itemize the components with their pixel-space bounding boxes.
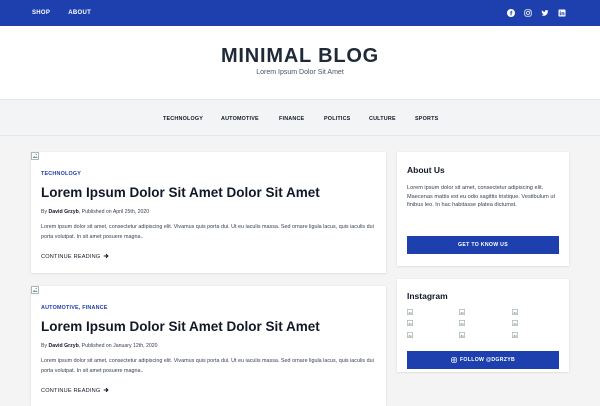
- instagram-thumb-icon[interactable]: [459, 320, 465, 326]
- category-technology[interactable]: TECHNOLOGY: [163, 116, 203, 122]
- post-excerpt: Lorem ipsum dolor sit amet, consectetur …: [41, 358, 374, 374]
- arrow-right-icon: [103, 253, 109, 259]
- instagram-icon[interactable]: [524, 9, 532, 17]
- top-nav-shop[interactable]: SHOP: [32, 10, 50, 16]
- post-date: , Published on April 25th, 2020: [78, 209, 150, 215]
- social-links: [507, 9, 566, 17]
- instagram-heading: Instagram: [407, 291, 448, 301]
- post-card: TECHNOLOGY Lorem Ipsum Dolor Sit Amet Do…: [31, 152, 386, 273]
- post-author[interactable]: David Grzyb: [49, 343, 79, 349]
- instagram-grid: [407, 309, 559, 341]
- meta-by: By: [41, 343, 49, 349]
- about-heading: About Us: [407, 165, 445, 175]
- top-nav: SHOP ABOUT: [32, 10, 91, 16]
- instagram-thumb-icon[interactable]: [512, 332, 518, 338]
- facebook-icon[interactable]: [507, 9, 515, 17]
- continue-reading-label: CONTINUE READING: [41, 388, 101, 394]
- continue-reading-link[interactable]: CONTINUE READING: [41, 387, 109, 394]
- top-bar: SHOP ABOUT: [0, 0, 600, 26]
- post-categories[interactable]: AUTOMOTIVE, FINANCE: [41, 305, 108, 311]
- category-nav: TECHNOLOGY AUTOMOTIVE FINANCE POLITICS C…: [0, 99, 600, 136]
- instagram-thumb-icon[interactable]: [407, 332, 413, 338]
- post-card: AUTOMOTIVE, FINANCE Lorem Ipsum Dolor Si…: [31, 286, 386, 406]
- instagram-widget: Instagram FOLLOW @DGRZYB: [397, 279, 569, 372]
- instagram-thumb-icon[interactable]: [407, 320, 413, 326]
- about-text: Lorem ipsum dolor sit amet, consectetur …: [407, 185, 555, 209]
- site-header: MINIMAL BLOG Lorem Ipsum Dolor Sit Amet: [0, 26, 600, 99]
- about-widget: About Us Lorem ipsum dolor sit amet, con…: [397, 152, 569, 266]
- instagram-icon: [451, 357, 457, 363]
- follow-instagram-button[interactable]: FOLLOW @DGRZYB: [407, 351, 559, 369]
- post-excerpt: Lorem ipsum dolor sit amet, consectetur …: [41, 224, 374, 240]
- instagram-thumb-icon[interactable]: [512, 309, 518, 315]
- top-nav-about[interactable]: ABOUT: [68, 10, 91, 16]
- arrow-right-icon: [103, 387, 109, 393]
- category-automotive[interactable]: AUTOMOTIVE: [221, 116, 259, 122]
- broken-image-icon[interactable]: [31, 152, 39, 160]
- category-sports[interactable]: SPORTS: [415, 116, 438, 122]
- post-meta: By David Grzyb, Published on April 25th,…: [41, 209, 149, 215]
- post-title[interactable]: Lorem Ipsum Dolor Sit Amet Dolor Sit Ame…: [41, 319, 320, 334]
- category-finance[interactable]: FINANCE: [279, 116, 304, 122]
- post-date: , Published on January 12th, 2020: [78, 343, 158, 349]
- post-meta: By David Grzyb, Published on January 12t…: [41, 343, 158, 349]
- meta-by: By: [41, 209, 49, 215]
- post-author[interactable]: David Grzyb: [49, 209, 79, 215]
- continue-reading-label: CONTINUE READING: [41, 254, 101, 260]
- category-politics[interactable]: POLITICS: [324, 116, 350, 122]
- site-tagline: Lorem Ipsum Dolor Sit Amet: [256, 69, 344, 76]
- follow-instagram-label: FOLLOW @DGRZYB: [459, 357, 516, 363]
- instagram-thumb-icon[interactable]: [459, 309, 465, 315]
- site-title[interactable]: MINIMAL BLOG: [0, 45, 600, 68]
- linkedin-icon[interactable]: [558, 9, 566, 17]
- continue-reading-link[interactable]: CONTINUE READING: [41, 253, 109, 260]
- instagram-thumb-icon[interactable]: [512, 320, 518, 326]
- instagram-thumb-icon[interactable]: [407, 309, 413, 315]
- category-culture[interactable]: CULTURE: [369, 116, 396, 122]
- post-categories[interactable]: TECHNOLOGY: [41, 171, 81, 177]
- twitter-icon[interactable]: [541, 9, 549, 17]
- post-title[interactable]: Lorem Ipsum Dolor Sit Amet Dolor Sit Ame…: [41, 185, 320, 200]
- get-to-know-us-button[interactable]: GET TO KNOW US: [407, 236, 559, 254]
- instagram-thumb-icon[interactable]: [459, 332, 465, 338]
- broken-image-icon[interactable]: [31, 286, 39, 294]
